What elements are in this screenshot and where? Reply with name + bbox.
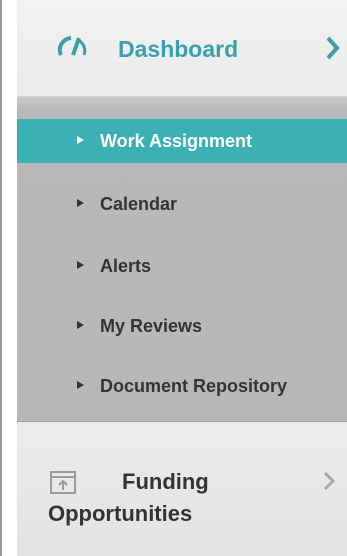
chevron-right-icon[interactable] bbox=[326, 36, 340, 60]
speedometer-icon bbox=[57, 36, 87, 56]
submenu-item-work-assignment[interactable]: Work Assignment bbox=[17, 119, 347, 163]
submenu-item-label: Calendar bbox=[100, 194, 178, 214]
sidebar-nav: Dashboard Work Assignment Calendar Alert… bbox=[17, 0, 347, 556]
submenu-item-label: Alerts bbox=[100, 256, 152, 276]
caret-right-icon bbox=[77, 261, 84, 269]
chevron-right-icon[interactable] bbox=[323, 471, 335, 491]
submenu-item-label: Document Repository bbox=[100, 376, 288, 396]
dashboard-submenu: Work Assignment Calendar Alerts My Revie… bbox=[17, 97, 347, 422]
caret-right-icon bbox=[77, 381, 84, 389]
submenu-item-alerts[interactable]: Alerts bbox=[17, 244, 347, 288]
sidebar-item-funding-opportunities[interactable]: Funding Opportunities bbox=[17, 422, 347, 556]
submenu-item-my-reviews[interactable]: My Reviews bbox=[17, 304, 347, 348]
caret-right-icon bbox=[77, 199, 84, 207]
submenu-item-calendar[interactable]: Calendar bbox=[17, 182, 347, 226]
caret-right-icon bbox=[77, 321, 84, 329]
submenu-item-label: My Reviews bbox=[100, 316, 203, 336]
sidebar-item-label: Dashboard bbox=[118, 36, 239, 62]
submenu-item-document-repository[interactable]: Document Repository bbox=[17, 364, 347, 408]
left-border bbox=[0, 0, 2, 556]
sidebar-item-dashboard[interactable]: Dashboard bbox=[17, 0, 347, 97]
sidebar-item-label: Funding Opportunities bbox=[48, 469, 209, 526]
submenu-item-label: Work Assignment bbox=[100, 131, 253, 151]
caret-right-icon bbox=[77, 136, 84, 144]
